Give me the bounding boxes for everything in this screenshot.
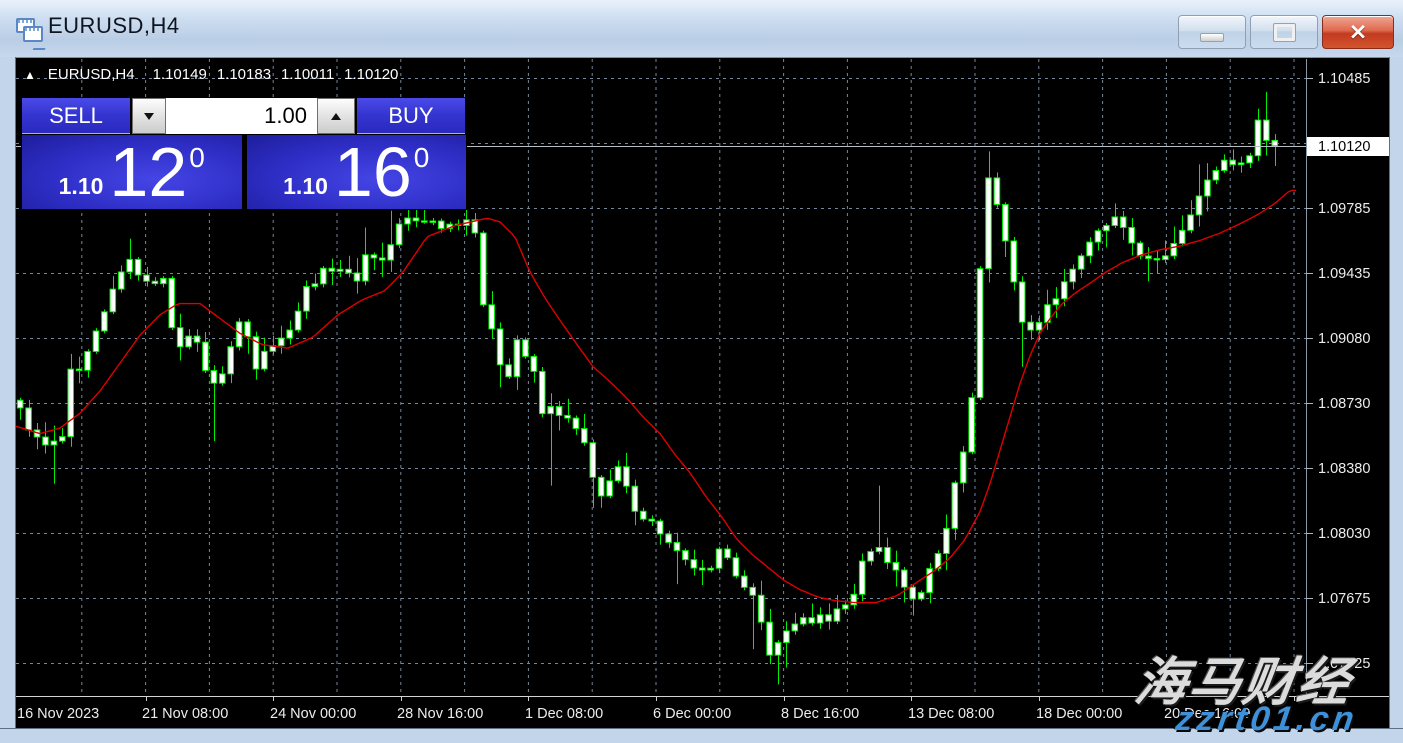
svg-text:1.09080: 1.09080 bbox=[1318, 331, 1370, 347]
one-click-trading-panel: SELL BUY 1.10 12 0 1.10 16 0 bbox=[21, 97, 467, 210]
chart-window: EURUSD,H4 × 1.104851.097851.094351.09080… bbox=[0, 0, 1403, 743]
ohlc-close: 1.10120 bbox=[344, 66, 398, 83]
svg-text:18 Dec 00:00: 18 Dec 00:00 bbox=[1036, 706, 1122, 722]
buy-button[interactable]: BUY bbox=[357, 98, 465, 134]
svg-text:6 Dec 00:00: 6 Dec 00:00 bbox=[653, 706, 731, 722]
up-arrow-icon: ▲ bbox=[24, 68, 36, 82]
svg-text:28 Nov 16:00: 28 Nov 16:00 bbox=[397, 706, 483, 722]
sell-label: SELL bbox=[49, 103, 103, 129]
ask-quote-button[interactable]: 1.10 16 0 bbox=[247, 135, 467, 209]
svg-text:21 Nov 08:00: 21 Nov 08:00 bbox=[142, 706, 228, 722]
window-frame-left bbox=[0, 57, 16, 728]
svg-text:1.08730: 1.08730 bbox=[1318, 396, 1370, 412]
svg-text:24 Nov 00:00: 24 Nov 00:00 bbox=[270, 706, 356, 722]
ohlc-symbol: EURUSD,H4 bbox=[48, 66, 135, 83]
volume-input[interactable] bbox=[166, 98, 317, 134]
bid-quote-button[interactable]: 1.10 12 0 bbox=[22, 135, 242, 209]
bid-big-digits: 12 bbox=[109, 140, 187, 204]
volume-increase-button[interactable] bbox=[317, 98, 355, 134]
chevron-down-icon bbox=[144, 113, 154, 120]
svg-text:1.08380: 1.08380 bbox=[1318, 461, 1370, 477]
window-frame-right bbox=[1389, 57, 1403, 728]
ohlc-low: 1.10011 bbox=[281, 66, 334, 83]
volume-decrease-button[interactable] bbox=[132, 98, 166, 134]
svg-text:1.08030: 1.08030 bbox=[1318, 526, 1370, 542]
svg-text:8 Dec 16:00: 8 Dec 16:00 bbox=[781, 706, 859, 722]
chevron-up-icon bbox=[331, 113, 341, 120]
ask-big-digits: 16 bbox=[334, 140, 412, 204]
ask-prefix: 1.10 bbox=[283, 173, 328, 200]
svg-text:13 Dec 08:00: 13 Dec 08:00 bbox=[908, 706, 994, 722]
svg-text:1.07675: 1.07675 bbox=[1318, 591, 1370, 607]
ohlc-header: ▲ EURUSD,H4 1.10149 1.10183 1.10011 1.10… bbox=[24, 66, 398, 83]
bid-prefix: 1.10 bbox=[59, 173, 104, 200]
svg-text:1.09785: 1.09785 bbox=[1318, 201, 1370, 217]
current-price-badge: 1.10120 bbox=[1307, 137, 1389, 156]
svg-text:1.09435: 1.09435 bbox=[1318, 266, 1370, 282]
watermark-url: zzrt01.cn bbox=[1173, 700, 1360, 739]
svg-text:1.10485: 1.10485 bbox=[1318, 71, 1370, 87]
ohlc-open: 1.10149 bbox=[153, 66, 207, 83]
buy-label: BUY bbox=[388, 103, 433, 129]
ohlc-high: 1.10183 bbox=[217, 66, 271, 83]
svg-text:16 Nov 2023: 16 Nov 2023 bbox=[17, 706, 99, 722]
bid-pip-digit: 0 bbox=[189, 142, 205, 174]
svg-text:1 Dec 08:00: 1 Dec 08:00 bbox=[525, 706, 603, 722]
ask-pip-digit: 0 bbox=[414, 142, 430, 174]
sell-button[interactable]: SELL bbox=[22, 98, 130, 134]
